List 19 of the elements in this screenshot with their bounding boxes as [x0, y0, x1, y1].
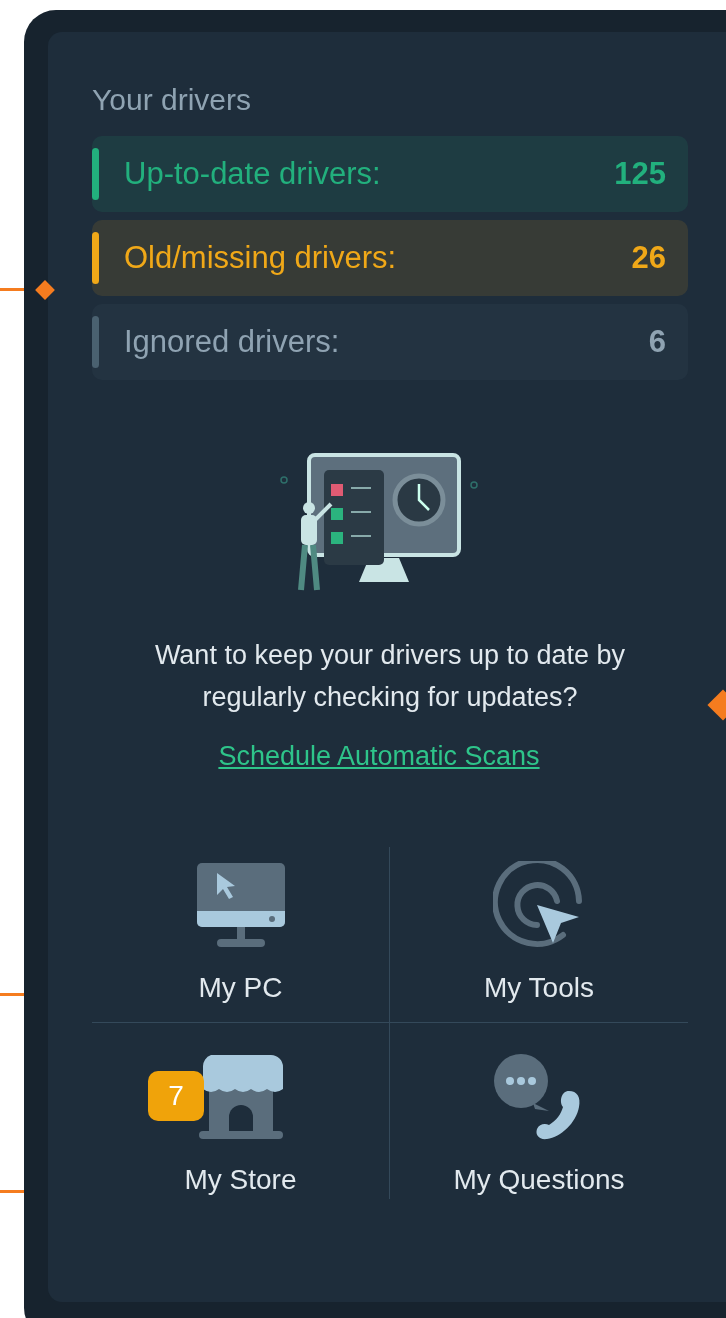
schedule-scans-link[interactable]: Schedule Automatic Scans [218, 736, 540, 777]
nav-tile[interactable]: My Questions [390, 1022, 688, 1199]
nav-tile[interactable]: My PC [92, 846, 390, 1023]
prompt-text: Want to keep your drivers up to date by regularly checking for updates? [153, 639, 627, 714]
nav-tile[interactable]: My Store 7 [92, 1022, 390, 1199]
driver-count: 6 [648, 322, 666, 361]
monitor-icon [194, 860, 287, 949]
driver-count-row[interactable]: Ignored drivers: 6 [92, 304, 688, 380]
row-label: Up-to-date drivers: [124, 154, 381, 193]
count-badge: 7 [148, 1070, 204, 1121]
cursor-target-icon [493, 860, 585, 949]
driver-count-row[interactable]: Up-to-date drivers: 125 [92, 136, 688, 212]
nav-tile[interactable]: My Tools [390, 846, 688, 1023]
driver-count: 26 [631, 238, 666, 277]
row-label: Ignored drivers: [124, 322, 340, 361]
driver-count: 125 [614, 154, 666, 193]
section-title: Your drivers [92, 82, 252, 118]
driver-count-row[interactable]: Old/missing drivers: 26 [92, 220, 688, 296]
row-label: Old/missing drivers: [124, 238, 397, 277]
